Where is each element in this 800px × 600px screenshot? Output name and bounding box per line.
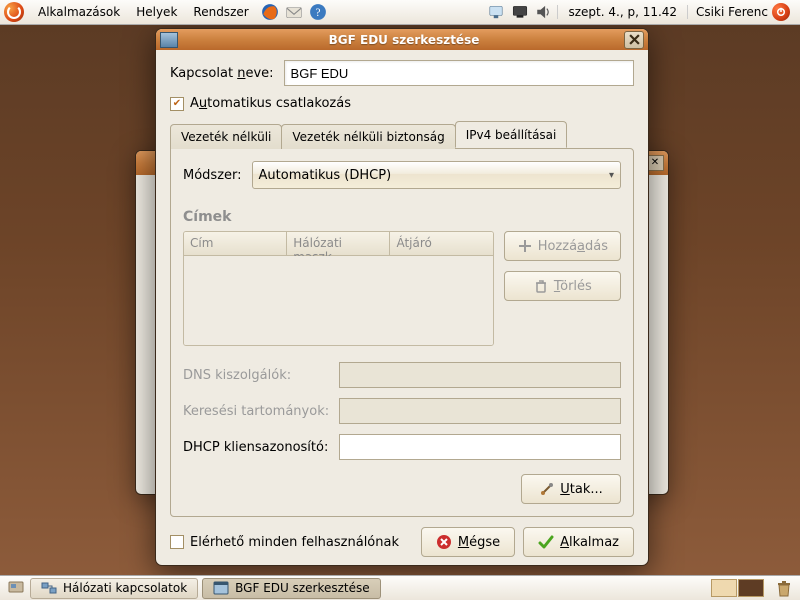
ubuntu-logo-icon[interactable] bbox=[4, 2, 24, 22]
autoconnect-label: Automatikus csatlakozás bbox=[190, 96, 351, 111]
close-button[interactable] bbox=[624, 31, 644, 49]
system-tray bbox=[483, 3, 557, 21]
addresses-body bbox=[184, 256, 493, 345]
tab-ipv4-settings[interactable]: IPv4 beállításai bbox=[455, 121, 568, 148]
taskbar-item-label: BGF EDU szerkesztése bbox=[235, 581, 370, 595]
method-combo[interactable]: Automatikus (DHCP) ▾ bbox=[252, 161, 621, 189]
svg-text:?: ? bbox=[315, 7, 320, 19]
dhcp-client-id-label: DHCP kliensazonosító: bbox=[183, 440, 329, 455]
quick-launch: ? bbox=[257, 3, 331, 21]
connection-name-input[interactable] bbox=[284, 60, 634, 86]
menu-places[interactable]: Helyek bbox=[128, 0, 185, 24]
method-value: Automatikus (DHCP) bbox=[259, 168, 392, 183]
apply-icon bbox=[538, 534, 554, 550]
dhcp-client-id-input[interactable] bbox=[339, 434, 621, 460]
col-netmask[interactable]: Hálózati maszk bbox=[287, 232, 390, 255]
dns-input bbox=[339, 362, 621, 388]
autoconnect-checkbox[interactable]: ✔ Automatikus csatlakozás bbox=[170, 96, 634, 111]
routes-button-label: Utak... bbox=[560, 482, 603, 497]
apply-button-label: Alkalmaz bbox=[560, 535, 619, 550]
shutdown-icon[interactable] bbox=[772, 3, 790, 21]
taskbar-item-network-connections[interactable]: Hálózati kapcsolatok bbox=[30, 578, 198, 599]
connection-editor-dialog: BGF EDU szerkesztése Kapcsolat neve: ✔ A… bbox=[155, 28, 649, 566]
cancel-button-label: Mégse bbox=[458, 535, 500, 550]
monitor-icon[interactable] bbox=[511, 3, 529, 21]
delete-button[interactable]: Törlés bbox=[504, 271, 621, 301]
method-label: Módszer: bbox=[183, 168, 242, 183]
window-title: BGF EDU szerkesztése bbox=[184, 33, 624, 47]
network-applet-icon[interactable] bbox=[487, 3, 505, 21]
col-address[interactable]: Cím bbox=[184, 232, 287, 255]
checkbox-checked-icon: ✔ bbox=[170, 97, 184, 111]
tools-icon bbox=[539, 481, 555, 497]
network-icon bbox=[41, 580, 57, 596]
available-all-label: Elérhető minden felhasználónak bbox=[190, 535, 399, 550]
bottom-panel: Hálózati kapcsolatok BGF EDU szerkesztés… bbox=[0, 575, 800, 600]
workspace-switcher[interactable] bbox=[711, 579, 770, 597]
firefox-icon[interactable] bbox=[261, 3, 279, 21]
mail-icon[interactable] bbox=[285, 3, 303, 21]
menu-system[interactable]: Rendszer bbox=[185, 0, 256, 24]
cancel-icon bbox=[436, 534, 452, 550]
titlebar[interactable]: BGF EDU szerkesztése bbox=[156, 29, 648, 50]
user-name: Csiki Ferenc bbox=[696, 5, 768, 19]
trash-icon bbox=[533, 278, 549, 294]
search-domains-input bbox=[339, 398, 621, 424]
workspace-2[interactable] bbox=[738, 579, 764, 597]
workspace-1[interactable] bbox=[711, 579, 737, 597]
addresses-table[interactable]: Cím Hálózati maszk Átjáró bbox=[183, 231, 494, 346]
menu-applications[interactable]: Alkalmazások bbox=[30, 0, 128, 24]
add-button-label: Hozzáadás bbox=[538, 239, 608, 254]
addresses-header: Cím Hálózati maszk Átjáró bbox=[184, 232, 493, 256]
cancel-button[interactable]: Mégse bbox=[421, 527, 515, 557]
ipv4-panel: Módszer: Automatikus (DHCP) ▾ Címek Cím … bbox=[170, 148, 634, 517]
addresses-heading: Címek bbox=[183, 209, 621, 225]
help-icon[interactable]: ? bbox=[309, 3, 327, 21]
connection-name-label: Kapcsolat neve: bbox=[170, 66, 274, 81]
tabs: Vezeték nélküli Vezeték nélküli biztonsá… bbox=[170, 121, 634, 148]
taskbar-item-label: Hálózati kapcsolatok bbox=[63, 581, 187, 595]
search-domains-label: Keresési tartományok: bbox=[183, 404, 329, 419]
tab-wireless[interactable]: Vezeték nélküli bbox=[170, 124, 282, 149]
routes-button[interactable]: Utak... bbox=[521, 474, 621, 504]
window-icon bbox=[160, 32, 178, 48]
col-gateway[interactable]: Átjáró bbox=[390, 232, 492, 255]
window-icon bbox=[213, 580, 229, 596]
taskbar-item-bgf-edu-edit[interactable]: BGF EDU szerkesztése bbox=[202, 578, 381, 599]
tab-wireless-security[interactable]: Vezeték nélküli biztonság bbox=[281, 124, 455, 149]
add-button[interactable]: Hozzáadás bbox=[504, 231, 621, 261]
show-desktop-icon[interactable] bbox=[8, 580, 24, 596]
plus-icon bbox=[517, 238, 533, 254]
delete-button-label: Törlés bbox=[554, 279, 592, 294]
available-all-checkbox[interactable]: Elérhető minden felhasználónak bbox=[170, 535, 399, 550]
top-panel: Alkalmazások Helyek Rendszer ? szept. 4.… bbox=[0, 0, 800, 25]
checkbox-unchecked-icon bbox=[170, 535, 184, 549]
user-menu[interactable]: Csiki Ferenc bbox=[688, 3, 798, 21]
volume-icon[interactable] bbox=[535, 3, 553, 21]
dns-label: DNS kiszolgálók: bbox=[183, 368, 329, 383]
chevron-down-icon: ▾ bbox=[609, 170, 614, 181]
apply-button[interactable]: Alkalmaz bbox=[523, 527, 634, 557]
trash-applet-icon[interactable] bbox=[774, 578, 794, 598]
dialog-footer: Elérhető minden felhasználónak Mégse Alk… bbox=[156, 517, 648, 565]
clock[interactable]: szept. 4., p, 11.42 bbox=[557, 5, 688, 19]
